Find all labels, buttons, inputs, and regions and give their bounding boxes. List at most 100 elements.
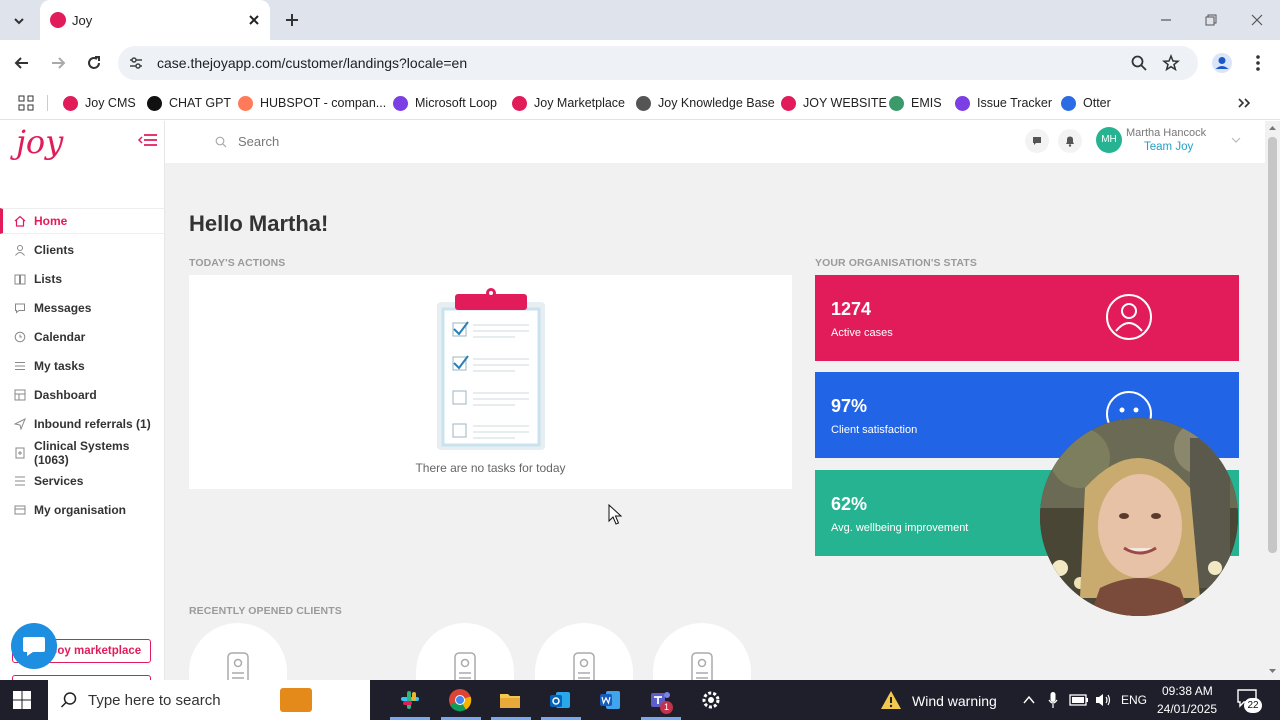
close-tab-icon[interactable] <box>246 12 262 28</box>
battery-icon[interactable] <box>1069 693 1089 707</box>
forward-icon[interactable] <box>48 53 68 73</box>
bookmark-chat-gpt[interactable]: CHAT GPT <box>147 92 231 114</box>
nav-calendar[interactable]: Calendar <box>0 324 165 350</box>
warning-icon <box>881 691 901 709</box>
restore-window-icon[interactable] <box>1203 12 1219 28</box>
user-avatar[interactable]: MH <box>1096 127 1122 153</box>
notification-center-button[interactable]: 22 <box>1236 688 1266 714</box>
client-avatar-icon <box>227 652 249 680</box>
nav-dashboard[interactable]: Dashboard <box>0 382 165 408</box>
joy-logo[interactable]: joy <box>16 123 63 161</box>
message-icon <box>15 303 25 314</box>
bookmark-otter[interactable]: Otter <box>1061 92 1111 114</box>
user-name[interactable]: Martha Hancock <box>1126 127 1206 139</box>
weather-widget[interactable]: Wind warning <box>878 688 1008 712</box>
site-info-icon[interactable] <box>128 55 144 71</box>
collapse-menu-icon[interactable] <box>138 132 158 148</box>
nav-my-organisation[interactable]: My organisation <box>0 497 165 523</box>
recent-client-card[interactable] <box>189 623 287 680</box>
nav-my-tasks[interactable]: My tasks <box>0 353 165 379</box>
notifications-button[interactable] <box>1058 129 1082 153</box>
close-window-icon[interactable] <box>1249 12 1265 28</box>
browser-tab[interactable]: Joy <box>40 0 270 40</box>
taskbar-search-placeholder: Type here to search <box>88 692 221 709</box>
joy-app: joy Home Clients Lists Messages Calendar… <box>0 121 1280 680</box>
word-icon[interactable] <box>598 688 622 712</box>
address-bar[interactable]: case.thejoyapp.com/customer/landings?loc… <box>118 46 1198 80</box>
start-button[interactable] <box>12 690 32 710</box>
scroll-up-icon[interactable] <box>1268 124 1277 132</box>
clock-date[interactable]: 24/01/2025 <box>1157 702 1217 716</box>
issue-tracker-icon <box>955 95 970 111</box>
microphone-icon[interactable] <box>1047 691 1059 709</box>
back-icon[interactable] <box>12 53 32 73</box>
nav-clients[interactable]: Clients <box>0 237 165 263</box>
nav-home[interactable]: Home <box>0 208 165 234</box>
tasks-icon <box>15 362 25 370</box>
task-view-icon[interactable] <box>348 688 372 712</box>
bookmark-joy-cms[interactable]: Joy CMS <box>63 92 136 114</box>
chevron-up-icon[interactable] <box>1022 694 1036 706</box>
scroll-down-icon[interactable] <box>1268 667 1277 675</box>
taskbar-search-box[interactable]: Type here to search <box>48 680 370 720</box>
file-explorer-icon[interactable] <box>498 688 522 712</box>
nav-label: Home <box>34 214 68 228</box>
chrome-icon[interactable] <box>448 688 472 712</box>
bookmark-issue-tracker[interactable]: Issue Tracker <box>955 92 1052 114</box>
bookmark-microsoft-loop[interactable]: Microsoft Loop <box>393 92 497 114</box>
volume-icon[interactable] <box>1094 692 1112 708</box>
zoom-icon[interactable] <box>1130 54 1148 72</box>
minimize-window-icon[interactable] <box>1158 12 1174 28</box>
slack-icon[interactable] <box>398 688 422 712</box>
nav-label: Lists <box>34 272 63 286</box>
nav-lists[interactable]: Lists <box>0 266 165 292</box>
recent-client-card[interactable] <box>535 623 633 680</box>
settings-gear-icon[interactable] <box>699 688 723 712</box>
profile-icon[interactable] <box>1211 52 1233 74</box>
bookmarks-bar: Joy CMS CHAT GPT HUBSPOT - compan... Mic… <box>0 86 1280 120</box>
nav-services[interactable]: Services <box>0 468 165 494</box>
notification-count: 22 <box>1244 698 1262 713</box>
page-scrollbar[interactable] <box>1265 121 1280 680</box>
user-menu-chevron-icon[interactable] <box>1230 135 1242 145</box>
nav-label: My organisation <box>34 503 127 517</box>
user-initials: MH <box>1101 134 1117 145</box>
otter-icon <box>1061 95 1076 111</box>
scrollbar-thumb[interactable] <box>1268 137 1277 553</box>
nav-label: Dashboard <box>34 388 97 402</box>
more-bookmarks-icon[interactable] <box>1236 95 1252 111</box>
recent-client-card[interactable] <box>653 623 751 680</box>
bookmark-joy-marketplace[interactable]: Joy Marketplace <box>512 92 625 114</box>
emis-icon <box>889 95 904 111</box>
new-tab-icon[interactable] <box>283 11 301 29</box>
browser-menu-icon[interactable] <box>1250 53 1266 73</box>
bookmark-label: CHAT GPT <box>169 96 232 110</box>
nav-inbound-referrals[interactable]: Inbound referrals (1) <box>0 411 165 437</box>
bookmark-joy-knowledge-base[interactable]: Joy Knowledge Base <box>636 92 775 114</box>
chatgpt-icon <box>147 95 162 111</box>
tab-search-button[interactable] <box>8 10 30 32</box>
reload-icon[interactable] <box>84 53 104 73</box>
user-team[interactable]: Team Joy <box>1144 141 1193 153</box>
nav-clinical-systems[interactable]: Clinical Systems (1063) <box>0 439 165 467</box>
bookmark-star-icon[interactable] <box>1162 54 1180 72</box>
language-indicator[interactable]: ENG <box>1121 693 1147 707</box>
bookmark-joy-website[interactable]: JOY WEBSITE <box>781 92 887 114</box>
stat-label: Avg. wellbeing improvement <box>831 522 969 534</box>
messages-button[interactable] <box>1025 129 1049 153</box>
nav-messages[interactable]: Messages <box>0 295 165 321</box>
bookmark-emis[interactable]: EMIS <box>889 92 942 114</box>
clock-time[interactable]: 09:38 AM <box>1162 684 1213 698</box>
client-avatar-icon <box>454 652 476 680</box>
stat-card-active-cases[interactable]: 1274 Active cases <box>815 275 1239 361</box>
outlook-icon[interactable] <box>548 688 572 712</box>
search-field[interactable]: Search <box>213 131 513 153</box>
chat-widget-button[interactable] <box>11 623 57 669</box>
apps-grid-icon[interactable] <box>18 95 34 111</box>
teams-button[interactable]: 1 <box>648 688 673 714</box>
bookmark-hubspot[interactable]: HUBSPOT - compan... <box>238 92 386 114</box>
empty-tasks-text: There are no tasks for today <box>415 461 566 475</box>
recent-client-card[interactable] <box>416 623 514 680</box>
nav-label: Clients <box>34 243 75 257</box>
windows-logo-icon <box>13 691 31 709</box>
